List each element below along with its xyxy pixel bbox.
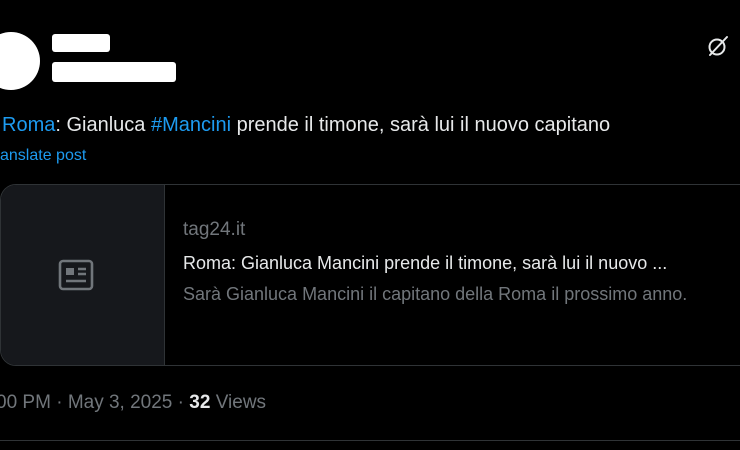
card-description: Sarà Gianluca Mancini il capitano della … — [183, 284, 688, 304]
meta-separator: · — [50, 392, 68, 413]
tweet-meta: 00 PM · May 3, 2025 · 32 Views — [0, 392, 266, 414]
tweet-text: Roma: Gianluca #Mancini prende il timone… — [2, 112, 610, 138]
display-name-redacted[interactable] — [52, 34, 110, 52]
tweet-date[interactable]: May 3, 2025 — [68, 392, 173, 413]
tweet-header — [0, 22, 740, 90]
tweet-text-part: : Gianluca — [55, 114, 151, 136]
handle-redacted[interactable] — [52, 62, 176, 82]
avatar[interactable] — [0, 32, 40, 90]
divider — [0, 440, 740, 441]
tweet-page: Roma: Gianluca #Mancini prende il timone… — [0, 0, 740, 450]
views-label[interactable]: Views — [210, 392, 266, 413]
meta-separator: · — [172, 392, 190, 413]
card-domain: tag24.it — [183, 219, 246, 240]
translate-post-link[interactable]: anslate post — [0, 147, 86, 165]
grok-icon[interactable] — [706, 34, 730, 58]
article-icon — [58, 259, 94, 291]
link-preview-card[interactable]: tag24.it Roma: Gianluca Mancini prende i… — [0, 184, 740, 366]
card-thumbnail — [1, 185, 165, 365]
views-count[interactable]: 32 — [189, 392, 210, 413]
card-title: Roma: Gianluca Mancini prende il timone,… — [183, 253, 668, 273]
mention-link-roma[interactable]: Roma — [2, 114, 55, 136]
tweet-time[interactable]: 00 PM — [0, 392, 51, 413]
hashtag-link-mancini[interactable]: #Mancini — [151, 114, 231, 136]
tweet-text-part: prende il timone, sarà lui il nuovo capi… — [231, 114, 611, 136]
